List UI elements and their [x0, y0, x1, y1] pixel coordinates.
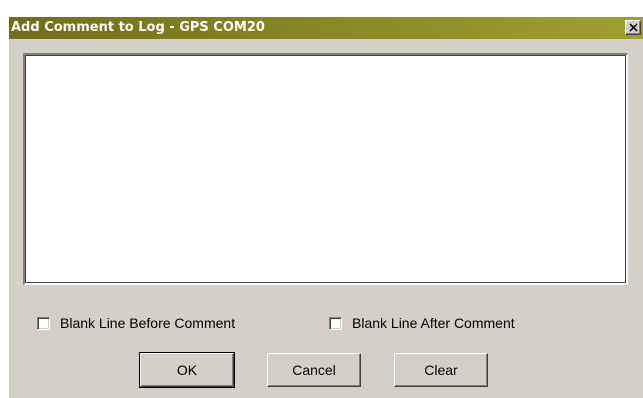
blank-line-after-option[interactable]: Blank Line After Comment [329, 315, 515, 331]
close-button[interactable] [625, 20, 641, 35]
blank-line-before-option[interactable]: Blank Line Before Comment [37, 315, 235, 331]
ok-button[interactable]: OK [139, 352, 235, 388]
blank-line-before-checkbox[interactable] [37, 316, 50, 330]
window-title: Add Comment to Log - GPS COM20 [11, 20, 265, 35]
add-comment-dialog: Add Comment to Log - GPS COM20 Blank Lin… [8, 16, 643, 398]
close-icon [629, 23, 638, 32]
comment-text-area[interactable] [23, 53, 628, 285]
clear-button[interactable]: Clear [394, 353, 488, 387]
blank-line-before-label: Blank Line Before Comment [60, 315, 236, 331]
blank-line-after-label: Blank Line After Comment [352, 315, 515, 331]
cancel-button[interactable]: Cancel [267, 353, 361, 387]
title-bar: Add Comment to Log - GPS COM20 [9, 17, 643, 39]
blank-line-after-checkbox[interactable] [329, 316, 342, 330]
